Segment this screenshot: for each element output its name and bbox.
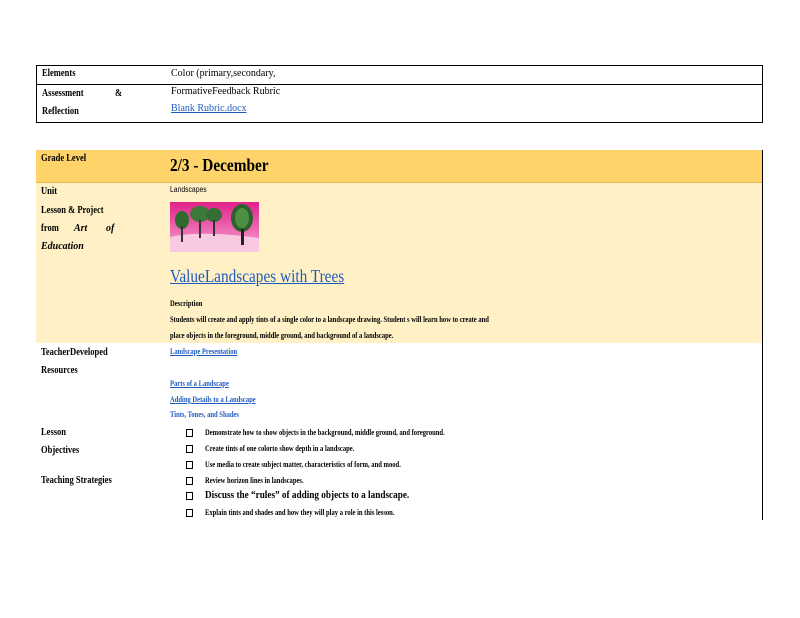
- lesson-label: Lesson: [41, 427, 67, 438]
- objective-item: Create tints of one colorto show depth i…: [186, 444, 387, 454]
- grade-level-label: Grade Level: [41, 153, 87, 164]
- unit-lesson-row: Unit Lesson & Project from Art of Educat…: [36, 183, 763, 343]
- checkbox-bullet-icon: [186, 429, 193, 438]
- lesson-title-link[interactable]: ValueLandscapes with Trees: [170, 266, 344, 287]
- table-right-border: [762, 150, 763, 520]
- assessment-amp: &: [115, 88, 123, 99]
- resources-label: Resources: [41, 365, 78, 376]
- checkbox-bullet-icon: [186, 477, 193, 486]
- unit-value: Landscapes: [170, 185, 207, 194]
- blank-rubric-link[interactable]: Blank Rubric.docx: [171, 103, 247, 114]
- checkbox-bullet-icon: [186, 445, 193, 454]
- grade-level-value: 2/3 - December: [170, 155, 269, 175]
- teaching-strategies-label: Teaching Strategies: [41, 475, 112, 486]
- strategy-item: Review horizon lines in landscapes.: [186, 476, 325, 486]
- elements-assessment-table: Elements Color (primary,secondary, Asses…: [36, 65, 763, 123]
- objective-item: Demonstrate how to show objects in the b…: [186, 428, 497, 438]
- assessment-value: FormativeFeedback Rubric: [171, 86, 281, 97]
- strategy-item: Discuss the “rules” of adding objects to…: [186, 490, 427, 501]
- lesson-plan-table: Grade Level 2/3 - December Unit Lesson &…: [36, 150, 763, 520]
- strategy-item: Explain tints and shades and how they wi…: [186, 508, 436, 518]
- objective-item: Use media to create subject matter, char…: [186, 460, 444, 470]
- checkbox-bullet-icon: [186, 492, 193, 501]
- lesson-project-label: Lesson & Project: [41, 205, 104, 216]
- elements-label: Elements: [42, 68, 76, 79]
- education-label: Education: [41, 241, 84, 252]
- checkbox-bullet-icon: [186, 461, 193, 470]
- landscape-thumbnail-image: [170, 202, 259, 252]
- checkbox-bullet-icon: [186, 509, 193, 518]
- teacher-developed-label: TeacherDeveloped: [41, 347, 108, 358]
- grade-level-row: Grade Level 2/3 - December: [36, 150, 763, 183]
- tints-tones-shades-link[interactable]: Tints, Tones, and Shades: [170, 410, 239, 419]
- reflection-label: Reflection: [42, 106, 79, 117]
- description-line-2: place objects in the foreground, middle …: [170, 331, 394, 340]
- objectives-label: Objectives: [41, 445, 80, 456]
- row-divider: [37, 84, 762, 85]
- of-label: of: [106, 223, 115, 234]
- description-label: Description: [170, 299, 203, 308]
- unit-label: Unit: [41, 186, 58, 197]
- from-label: from: [41, 223, 59, 234]
- adding-details-link[interactable]: Adding Details to a Landscape: [170, 395, 256, 404]
- parts-of-landscape-link[interactable]: Parts of a Landscape: [170, 379, 229, 388]
- assessment-label: Assessment: [42, 88, 84, 99]
- elements-value: Color (primary,secondary,: [171, 68, 276, 79]
- landscape-presentation-link[interactable]: Landscape Presentation: [170, 347, 237, 356]
- art-label: Art: [74, 223, 88, 234]
- description-line-1: Students will create and apply tints of …: [170, 315, 489, 324]
